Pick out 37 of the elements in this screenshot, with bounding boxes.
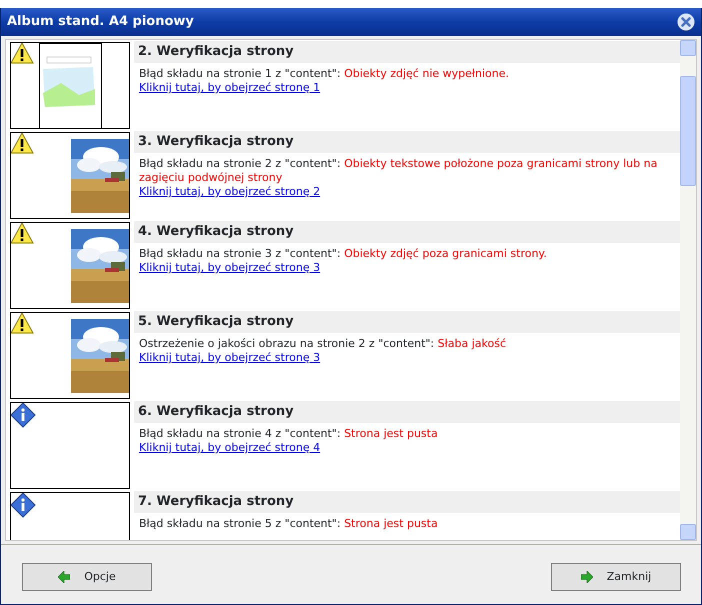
error-message: Błąd składu na stronie 2 z "content": Obiekty tekstowe położone poza granicami strony lub na zagięciu podwójnej strony: [139, 157, 658, 185]
entry-title: 6. Weryfikacja strony: [134, 401, 680, 423]
warning-icon: [11, 133, 34, 154]
page-thumbnail[interactable]: [10, 402, 130, 489]
error-message: Błąd składu na stronie 1 z "content": Obiekty zdjęć nie wypełnione.: [139, 67, 510, 81]
page-thumbnail[interactable]: [10, 222, 130, 309]
arrow-left-icon: [58, 571, 70, 583]
page-thumbnail[interactable]: [10, 312, 130, 399]
page-thumbnail[interactable]: [10, 492, 130, 540]
view-page-link[interactable]: Kliknij tutaj, by obejrzeć stronę 3: [139, 351, 320, 364]
warning-icon: [11, 43, 34, 64]
arrow-right-icon: [580, 571, 593, 583]
view-page-link[interactable]: Kliknij tutaj, by obejrzeć stronę 3: [139, 261, 320, 274]
scrollbar[interactable]: [680, 40, 696, 540]
info-icon: [11, 403, 36, 428]
error-message: Ostrzeżenie o jakości obrazu na stronie 2 z "content": Słaba jakość: [139, 337, 507, 351]
entry-title: 7. Weryfikacja strony: [134, 491, 680, 513]
warning-icon: [11, 223, 34, 244]
view-page-link[interactable]: Kliknij tutaj, by obejrzeć stronę 1: [139, 81, 320, 94]
options-button[interactable]: Opcje: [22, 563, 152, 591]
scroll-thumb[interactable]: [680, 76, 696, 186]
view-page-link[interactable]: Kliknij tutaj, by obejrzeć stronę 4: [139, 441, 320, 454]
entry-title: 5. Weryfikacja strony: [134, 311, 680, 333]
info-icon: [11, 493, 36, 518]
page-thumbnail[interactable]: [10, 42, 130, 129]
error-message: Błąd składu na stronie 3 z "content": Obiekty zdjęć poza granicami strony.: [139, 247, 548, 261]
error-message: Błąd składu na stronie 4 z "content": Strona jest pusta: [139, 427, 439, 441]
page-thumbnail[interactable]: [10, 132, 130, 219]
entry-title: 4. Weryfikacja strony: [134, 221, 680, 243]
entry-title: 2. Weryfikacja strony: [134, 41, 680, 63]
warning-icon: [11, 313, 34, 334]
close-button[interactable]: Zamknij: [551, 563, 681, 591]
close-icon[interactable]: [677, 13, 695, 31]
entry-title: 3. Weryfikacja strony: [134, 131, 680, 153]
window-title: Album stand. A4 pionowy: [7, 13, 194, 32]
error-message: Błąd składu na stronie 5 z "content": Strona jest pusta: [139, 517, 439, 531]
view-page-link[interactable]: Kliknij tutaj, by obejrzeć stronę 2: [139, 185, 320, 198]
